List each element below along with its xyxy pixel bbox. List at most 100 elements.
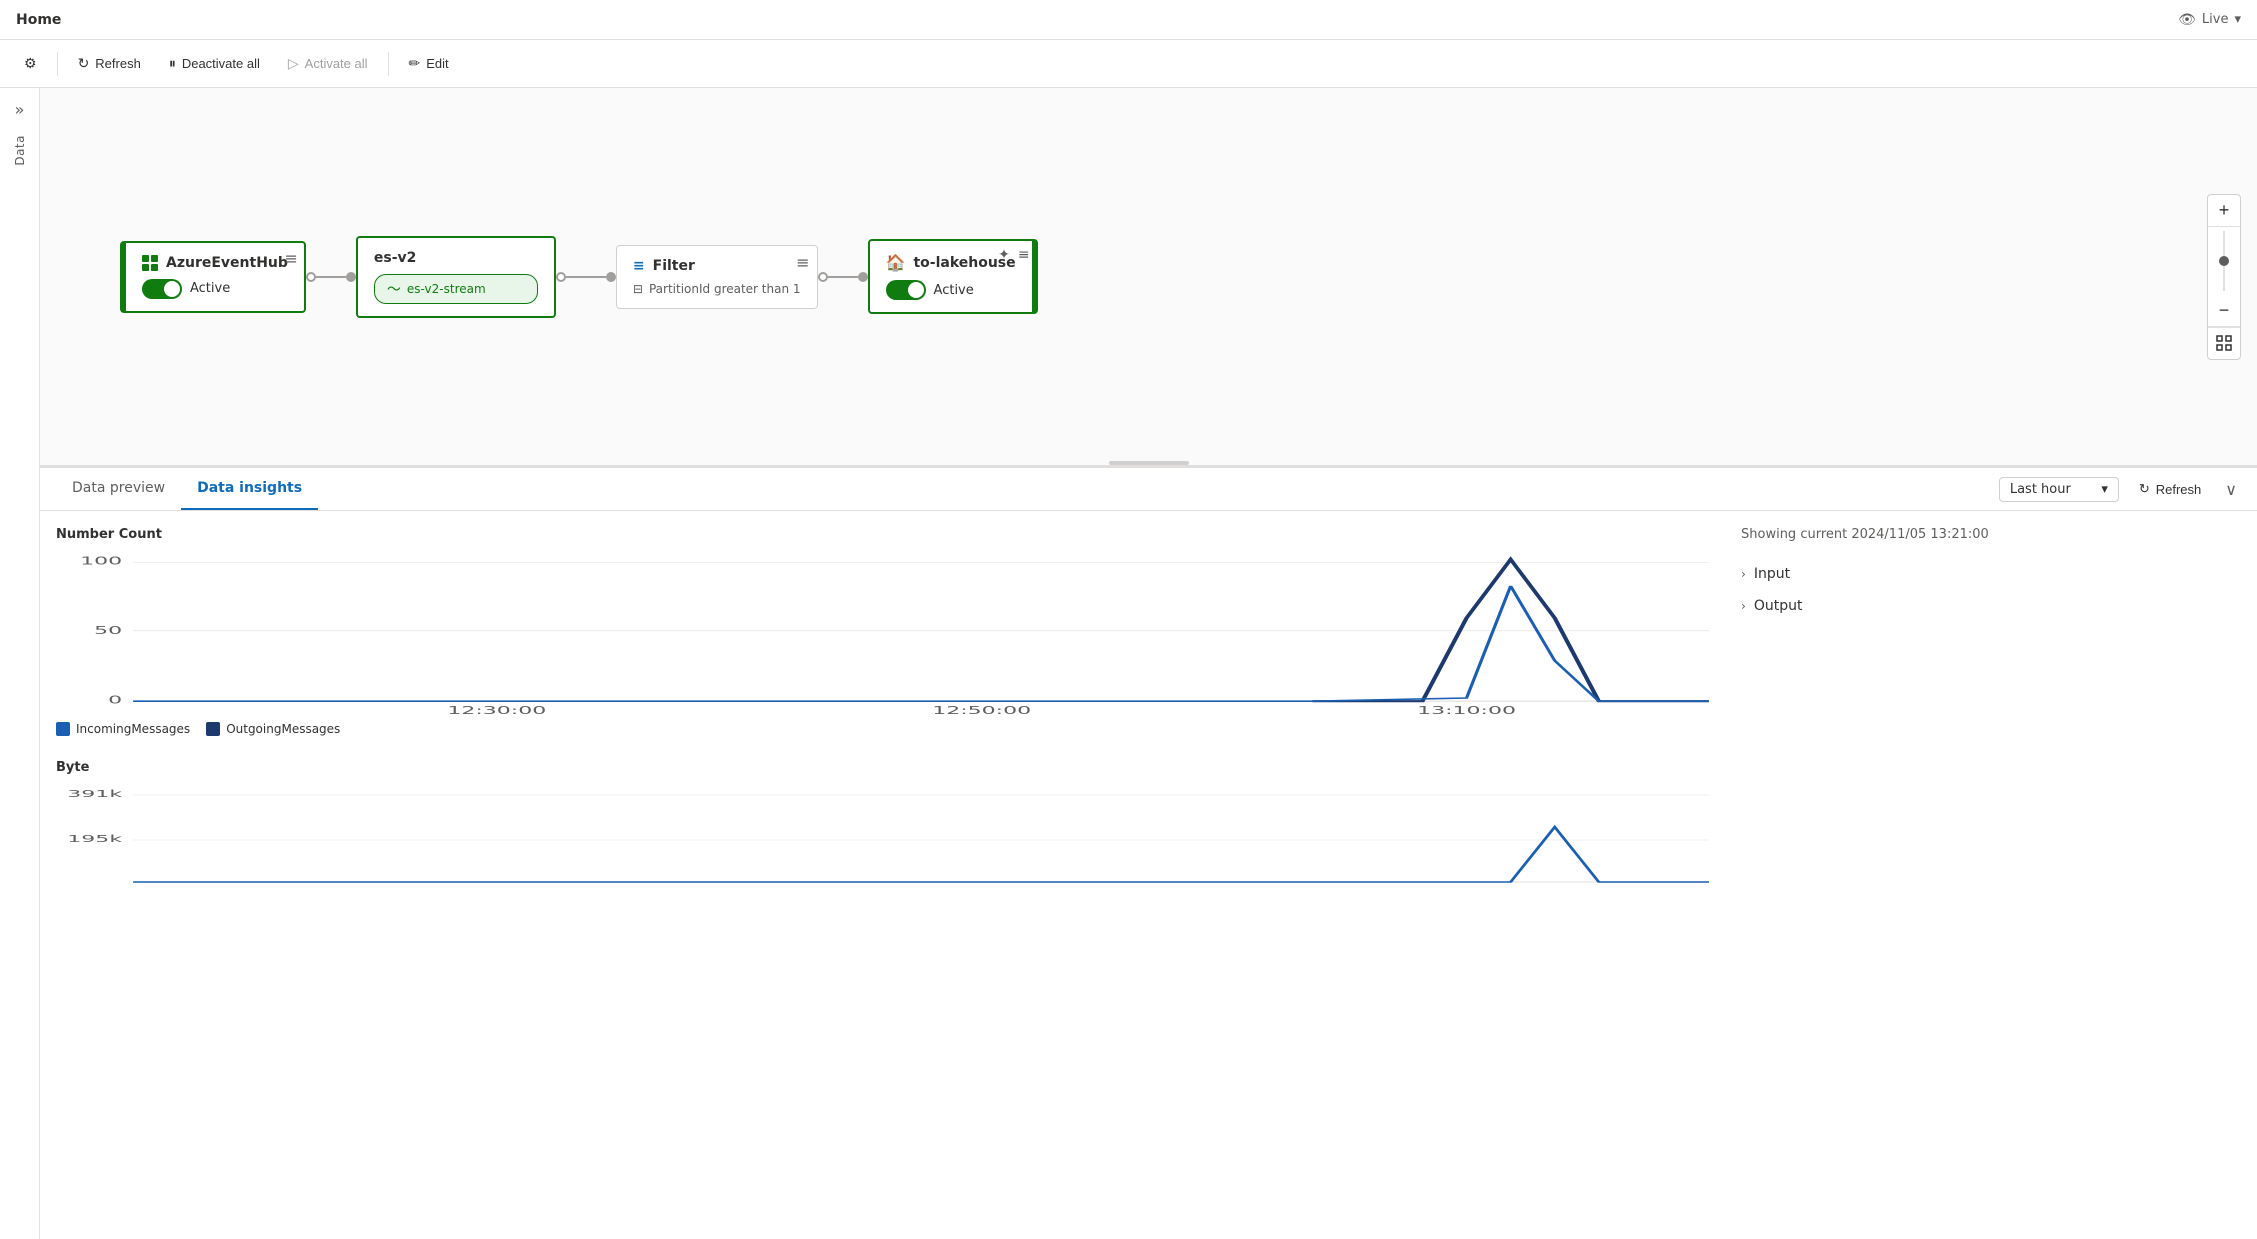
byte-section: Byte 391k 195k: [56, 760, 1709, 887]
refresh-button[interactable]: ↻ Refresh: [66, 49, 153, 78]
filter-icon: ≡: [633, 258, 645, 274]
insights-refresh-button[interactable]: ↻ Refresh: [2127, 477, 2213, 501]
connector-dot-3a: [818, 272, 828, 282]
input-chevron: ›: [1741, 567, 1746, 581]
chart-section: Number Count 100 50 0: [56, 527, 1709, 1223]
destination-icon: 🏠: [886, 253, 906, 272]
tabs-bar: Data preview Data insights Last hour ▾ ↻…: [40, 468, 2257, 511]
activate-label: Activate all: [305, 56, 368, 71]
destination-menu-icon[interactable]: ≡: [1018, 247, 1030, 263]
stream-name: es-v2-stream: [407, 282, 486, 296]
zoom-in-button[interactable]: +: [2208, 195, 2240, 227]
filter-node-header: ≡ Filter: [633, 258, 801, 274]
tabs-right: Last hour ▾ ↻ Refresh ∨: [1999, 476, 2241, 503]
stream-inner: 〜 es-v2-stream: [374, 274, 538, 304]
source-node-header: AzureEventHub: [142, 255, 288, 271]
connector-dot-1a: [306, 272, 316, 282]
stream-node-box: es-v2 〜 es-v2-stream: [356, 236, 556, 318]
connector-dot-2a: [556, 272, 566, 282]
edit-icon: ✏: [409, 55, 421, 72]
source-node-title: AzureEventHub: [166, 255, 288, 271]
stream-node-header: es-v2: [374, 250, 538, 266]
source-toggle-switch[interactable]: [142, 279, 182, 299]
settings-button[interactable]: ⚙: [12, 49, 49, 78]
source-node-box: AzureEventHub Active ≡: [120, 241, 306, 313]
live-indicator[interactable]: 👁 Live ▾: [2178, 12, 2241, 28]
settings-icon: ⚙: [24, 55, 37, 72]
zoom-out-button[interactable]: −: [2208, 295, 2240, 327]
stream-node-title: es-v2: [374, 250, 417, 266]
scroll-divider[interactable]: [1109, 461, 1189, 465]
live-label: Live: [2202, 12, 2229, 27]
connector-line-2: [566, 276, 606, 278]
insights-refresh-icon: ↻: [2139, 481, 2150, 497]
source-node-menu[interactable]: ≡: [285, 249, 298, 268]
incoming-label: IncomingMessages: [76, 722, 190, 736]
connector-line-1: [316, 276, 346, 278]
destination-settings-icon[interactable]: ✦: [998, 247, 1010, 263]
stream-node[interactable]: es-v2 〜 es-v2-stream: [356, 236, 556, 318]
input-label: Input: [1754, 566, 1790, 582]
right-panel: Showing current 2024/11/05 13:21:00 › In…: [1741, 527, 2241, 1223]
outgoing-color: [206, 722, 220, 736]
number-count-svg: 100 50 0: [56, 554, 1709, 714]
filter-node[interactable]: ≡ Filter ⊟ PartitionId greater than 1 ≡: [616, 245, 818, 309]
outgoing-legend: OutgoingMessages: [206, 722, 340, 736]
connector-dot-3b: [858, 272, 868, 282]
filter-condition-text: PartitionId greater than 1: [649, 282, 801, 296]
incoming-color: [56, 722, 70, 736]
sidebar-expand-button[interactable]: »: [15, 100, 25, 119]
incoming-legend: IncomingMessages: [56, 722, 190, 736]
connector-dot-2b: [606, 272, 616, 282]
svg-text:12:50:00: 12:50:00: [932, 705, 1031, 714]
destination-active-label: Active: [934, 283, 974, 298]
tab-data-preview[interactable]: Data preview: [56, 468, 181, 510]
svg-text:50: 50: [94, 625, 122, 637]
destination-toggle-switch[interactable]: [886, 280, 926, 300]
connector-dot-1b: [346, 272, 356, 282]
number-count-title: Number Count: [56, 527, 1709, 542]
refresh-label: Refresh: [95, 56, 141, 71]
insights-content: Number Count 100 50 0: [40, 511, 2257, 1239]
zoom-fit-icon: [2216, 335, 2232, 351]
sidebar-data-label: Data: [13, 135, 27, 166]
deactivate-all-button[interactable]: ⏸ Deactivate all: [157, 49, 272, 78]
zoom-slider-track: [2223, 231, 2225, 291]
source-toggle[interactable]: Active: [142, 279, 288, 299]
input-expandable[interactable]: › Input: [1741, 558, 2241, 590]
toolbar-divider-2: [388, 52, 389, 76]
source-node[interactable]: AzureEventHub Active ≡: [120, 241, 306, 313]
time-select-chevron: ▾: [2101, 482, 2108, 497]
pipeline-nodes: AzureEventHub Active ≡: [120, 236, 1038, 318]
zoom-slider-thumb[interactable]: [2219, 256, 2229, 266]
destination-node-header: 🏠 to-lakehouse: [886, 253, 1016, 272]
activate-all-button[interactable]: ▷ Activate all: [276, 49, 380, 78]
filter-condition: ⊟ PartitionId greater than 1: [633, 282, 801, 296]
edit-label: Edit: [426, 56, 448, 71]
refresh-icon: ↻: [78, 55, 90, 72]
svg-text:195k: 195k: [67, 833, 122, 845]
zoom-fit-button[interactable]: [2208, 327, 2240, 359]
number-count-chart: 100 50 0: [56, 554, 1709, 714]
destination-toggle[interactable]: Active: [886, 280, 1016, 300]
connector-1: [306, 272, 356, 282]
collapse-button[interactable]: ∨: [2221, 476, 2241, 503]
zoom-controls: + −: [2207, 194, 2241, 360]
edit-button[interactable]: ✏ Edit: [397, 49, 461, 78]
main-layout: » Data: [0, 88, 2257, 1239]
outgoing-label: OutgoingMessages: [226, 722, 340, 736]
connector-2: [556, 272, 616, 282]
time-select-dropdown[interactable]: Last hour ▾: [1999, 477, 2119, 502]
filter-node-title: Filter: [653, 258, 695, 274]
filter-node-menu[interactable]: ≡: [796, 253, 809, 272]
tab-data-insights[interactable]: Data insights: [181, 468, 318, 510]
app-title: Home: [16, 12, 61, 28]
toolbar: ⚙ ↻ Refresh ⏸ Deactivate all ▷ Activate …: [0, 40, 2257, 88]
destination-node[interactable]: 🏠 to-lakehouse Active ✦ ≡: [868, 239, 1038, 314]
connector-line-3: [828, 276, 858, 278]
bottom-panel: Data preview Data insights Last hour ▾ ↻…: [40, 468, 2257, 1239]
pipeline-canvas: AzureEventHub Active ≡: [40, 88, 2257, 468]
svg-text:100: 100: [80, 555, 122, 567]
output-expandable[interactable]: › Output: [1741, 590, 2241, 622]
deactivate-label: Deactivate all: [182, 56, 260, 71]
